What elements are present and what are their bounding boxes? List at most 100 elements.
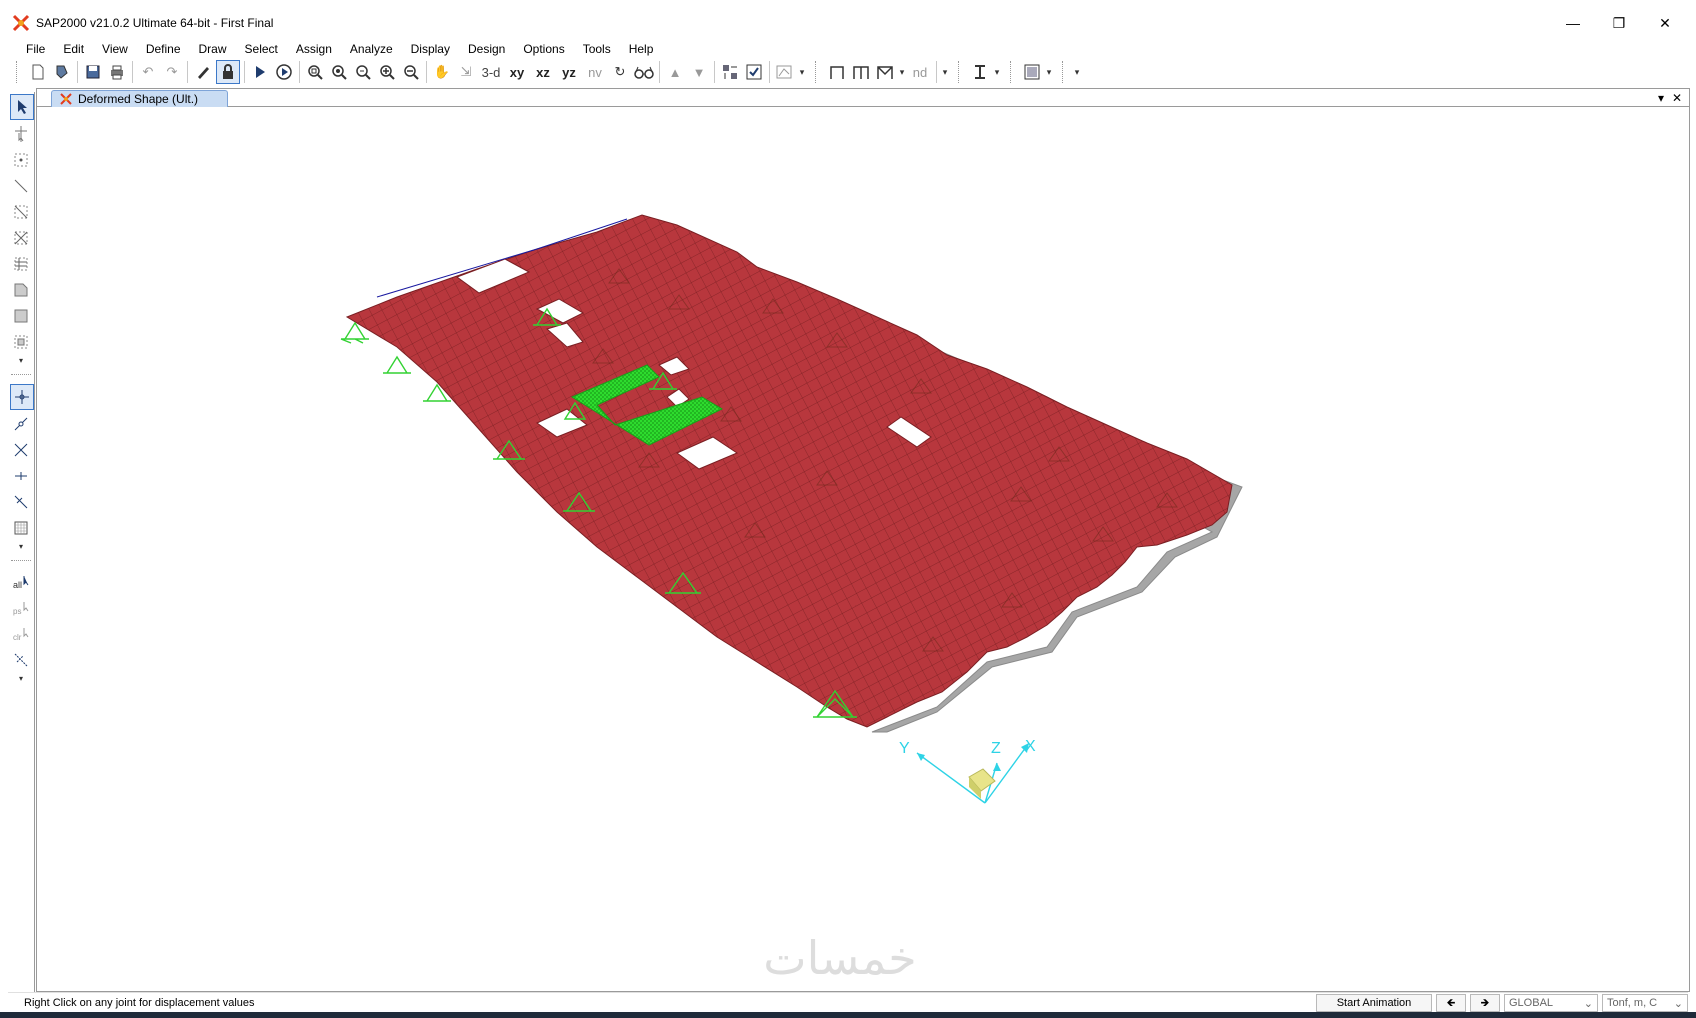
axis-z-label: Z bbox=[991, 740, 1001, 757]
left-toolbar-separator bbox=[11, 374, 31, 376]
units-select[interactable]: Tonf, m, C ⌄ bbox=[1602, 994, 1688, 1012]
draw-joint-icon[interactable] bbox=[10, 148, 32, 172]
rubber-band-zoom-icon[interactable]: ⇲ bbox=[455, 61, 477, 83]
toolbar-separator bbox=[769, 61, 770, 83]
window-layout-dropdown-icon[interactable]: ▾ bbox=[1044, 67, 1054, 78]
set-display-options-icon[interactable] bbox=[743, 61, 765, 83]
main-toolbar: ↶ ↷ ✋ ⇲ 3-d xy xz yz nv ↻ ▲ ▼ ▾ ▾ nd ▾ ▾… bbox=[8, 56, 1688, 88]
select-more-dropdown-icon[interactable]: ▾ bbox=[8, 674, 34, 684]
view-yz-button[interactable]: yz bbox=[557, 61, 581, 83]
next-arrow-button[interactable]: 🡺 bbox=[1470, 994, 1500, 1012]
draw-rect-line-icon[interactable] bbox=[10, 200, 32, 224]
svg-text:ps: ps bbox=[13, 607, 21, 616]
draw-cross-brace-icon[interactable] bbox=[10, 226, 32, 250]
pointer-select-icon[interactable] bbox=[10, 94, 34, 120]
open-file-icon[interactable] bbox=[51, 61, 73, 83]
toolbar-separator bbox=[426, 61, 427, 83]
window-title: SAP2000 v21.0.2 Ultimate 64-bit - First … bbox=[36, 16, 274, 30]
global-axes-triad: Y Z X bbox=[899, 738, 1036, 804]
previous-arrow-button[interactable]: 🡸 bbox=[1436, 994, 1466, 1012]
status-bar: Right Click on any joint for displacemen… bbox=[8, 992, 1688, 1013]
draw-line-icon[interactable] bbox=[10, 174, 32, 198]
zoom-default-icon[interactable] bbox=[328, 61, 350, 83]
draw-bay-icon[interactable] bbox=[850, 61, 872, 83]
draw-more-dropdown-icon[interactable]: ▾ bbox=[8, 356, 34, 366]
close-button[interactable]: ✕ bbox=[1642, 8, 1688, 38]
snap-intersections-icon[interactable] bbox=[10, 438, 32, 462]
object-shrink-icon[interactable] bbox=[719, 61, 741, 83]
draw-poly-area-icon[interactable] bbox=[10, 278, 32, 302]
lock-icon[interactable] bbox=[216, 60, 240, 84]
restore-button[interactable]: ❐ bbox=[1596, 8, 1642, 38]
axis-y-label: Y bbox=[899, 740, 910, 757]
watermark-logo: خمسات bbox=[763, 931, 916, 985]
draw-dropdown-icon[interactable]: ▾ bbox=[897, 67, 907, 78]
show-forces-dropdown-icon[interactable]: ▾ bbox=[797, 67, 807, 78]
deformed-slab bbox=[345, 214, 1233, 728]
view-nv-button[interactable]: nv bbox=[583, 61, 607, 83]
select-all-icon[interactable]: all bbox=[10, 570, 32, 594]
run-analysis-icon[interactable] bbox=[249, 61, 271, 83]
snap-more-dropdown-icon[interactable]: ▾ bbox=[8, 542, 34, 552]
save-icon[interactable] bbox=[82, 61, 104, 83]
section-designer-icon[interactable] bbox=[969, 61, 991, 83]
get-previous-selection-icon[interactable]: ps bbox=[10, 596, 32, 620]
view-xz-button[interactable]: xz bbox=[531, 61, 555, 83]
chevron-down-icon: ⌄ bbox=[1583, 997, 1593, 1010]
quick-draw-area-icon[interactable] bbox=[10, 330, 32, 354]
close-window-icon[interactable]: ✕ bbox=[1669, 91, 1685, 105]
start-animation-button[interactable]: Start Animation bbox=[1316, 994, 1432, 1012]
window-list-dropdown-icon[interactable]: ▾ bbox=[1653, 91, 1669, 105]
rotate-view-icon[interactable]: ↻ bbox=[609, 61, 631, 83]
snap-joints-icon[interactable] bbox=[10, 384, 34, 410]
snap-perpendicular-icon[interactable] bbox=[10, 464, 32, 488]
status-controls: Start Animation 🡸 🡺 GLOBAL ⌄ Tonf, m, C … bbox=[1312, 993, 1688, 1013]
view-3d-button[interactable]: 3-d bbox=[479, 61, 503, 83]
axis-x-label: X bbox=[1025, 738, 1036, 755]
tab-controls: ▾ ✕ bbox=[1653, 89, 1685, 106]
intersecting-line-select-icon[interactable] bbox=[10, 648, 32, 672]
redo-icon[interactable]: ↷ bbox=[161, 61, 183, 83]
chevron-down-icon: ⌄ bbox=[1673, 997, 1683, 1010]
zoom-window-icon[interactable] bbox=[304, 61, 326, 83]
nd-dropdown-icon[interactable]: ▾ bbox=[940, 67, 950, 78]
toolbar-separator bbox=[936, 61, 937, 83]
snap-fine-grid-icon[interactable] bbox=[10, 516, 32, 540]
reshape-object-icon[interactable] bbox=[10, 122, 32, 146]
status-message: Right Click on any joint for displacemen… bbox=[24, 997, 255, 1009]
move-down-icon[interactable]: ▼ bbox=[688, 61, 710, 83]
tab-deformed-shape[interactable]: Deformed Shape (Ult.) bbox=[51, 90, 228, 107]
deformed-shape-canvas[interactable]: Y Z X bbox=[37, 107, 1689, 989]
toolbar-grip bbox=[1010, 61, 1014, 83]
zoom-previous-icon[interactable] bbox=[352, 61, 374, 83]
zoom-in-icon[interactable] bbox=[376, 61, 398, 83]
coordinate-system-select[interactable]: GLOBAL ⌄ bbox=[1504, 994, 1598, 1012]
print-icon[interactable] bbox=[106, 61, 128, 83]
view-xy-button[interactable]: xy bbox=[505, 61, 529, 83]
run-now-icon[interactable] bbox=[273, 61, 295, 83]
draw-rect-area-icon[interactable] bbox=[10, 304, 32, 328]
snap-lines-edges-icon[interactable] bbox=[10, 490, 32, 514]
show-forces-icon[interactable] bbox=[774, 61, 796, 83]
new-file-icon[interactable] bbox=[27, 61, 49, 83]
watermark-text: خمسات bbox=[763, 931, 916, 985]
minimize-button[interactable]: — bbox=[1550, 8, 1596, 38]
pencil-icon[interactable] bbox=[192, 61, 214, 83]
clear-selection-icon[interactable]: clr bbox=[10, 622, 32, 646]
perspective-glasses-icon[interactable] bbox=[633, 61, 655, 83]
zoom-out-icon[interactable] bbox=[400, 61, 422, 83]
pan-hand-icon[interactable]: ✋ bbox=[431, 61, 453, 83]
sap2000-logo-icon bbox=[12, 14, 30, 32]
toolbar-overflow-icon[interactable]: ▾ bbox=[1072, 67, 1082, 78]
draw-grid-lines-icon[interactable] bbox=[10, 252, 32, 276]
toolbar-separator bbox=[714, 61, 715, 83]
window-layout-icon[interactable] bbox=[1021, 61, 1043, 83]
undo-icon[interactable]: ↶ bbox=[137, 61, 159, 83]
section-dropdown-icon[interactable]: ▾ bbox=[992, 67, 1002, 78]
nd-button[interactable]: nd bbox=[908, 61, 932, 83]
move-up-icon[interactable]: ▲ bbox=[664, 61, 686, 83]
snap-midpoints-icon[interactable] bbox=[10, 412, 32, 436]
draw-brace-icon[interactable] bbox=[874, 61, 896, 83]
draw-frame-icon[interactable] bbox=[826, 61, 848, 83]
coordinate-system-value: GLOBAL bbox=[1509, 997, 1554, 1009]
